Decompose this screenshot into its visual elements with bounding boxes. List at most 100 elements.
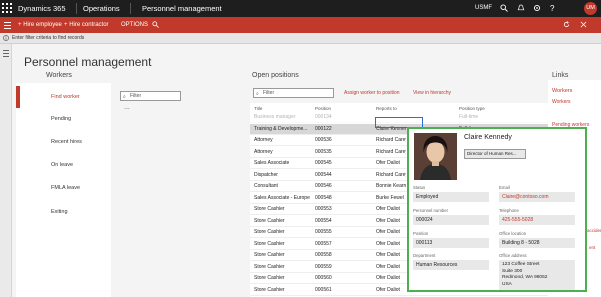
close-icon[interactable] bbox=[580, 17, 587, 33]
telephone-label: Telephone bbox=[499, 208, 519, 213]
worker-nav-recent-hires[interactable]: Recent hires bbox=[16, 131, 111, 153]
column-header-position[interactable]: Position bbox=[315, 106, 331, 111]
cell-reports-to[interactable]: Bonnie Kearney bbox=[376, 181, 406, 192]
filter-placeholder: Filter bbox=[263, 90, 275, 96]
cell-reports-to[interactable]: Richard Carey bbox=[376, 135, 406, 146]
cell-position: 000134 bbox=[315, 114, 332, 120]
cell-position: 000557 bbox=[315, 240, 332, 247]
cell-position: 000560 bbox=[315, 275, 332, 281]
cell-reports-to[interactable]: Ofer Daliot bbox=[376, 204, 406, 215]
hire-contractor-label: Hire contractor bbox=[69, 22, 109, 28]
cell-title: Store Cashier bbox=[254, 252, 285, 258]
search-icon: ⌕ bbox=[256, 91, 259, 97]
hire-employee-button[interactable]: + Hire employee bbox=[18, 17, 62, 33]
menu-icon[interactable] bbox=[4, 21, 11, 29]
link-partial[interactable]: accidents bbox=[587, 228, 601, 233]
action-search-icon[interactable] bbox=[152, 17, 159, 33]
assign-worker-link[interactable]: Assign worker to position bbox=[344, 90, 400, 96]
worker-nav-label: Recent hires bbox=[51, 139, 82, 145]
cell-reports-to[interactable]: Richard Carey bbox=[376, 147, 406, 158]
options-button[interactable]: OPTIONS bbox=[121, 17, 148, 33]
cell-reports-to[interactable]: Ofer Daliot bbox=[376, 273, 406, 284]
workers-filter-input[interactable]: ⌕ Filter bbox=[120, 91, 181, 101]
worker-nav-on-leave[interactable]: On leave bbox=[16, 154, 111, 176]
email-value[interactable]: Claire@contoso.com bbox=[499, 192, 575, 202]
cell-position: 000559 bbox=[315, 263, 332, 270]
page-title: Personnel management bbox=[24, 55, 152, 69]
filter-placeholder: Filter bbox=[130, 93, 142, 99]
search-icon: ⌕ bbox=[123, 94, 126, 100]
position-value: 000113 bbox=[413, 238, 489, 248]
cell-title: Store Cashier bbox=[254, 263, 285, 270]
settings-icon[interactable] bbox=[533, 0, 541, 17]
status-label: Status bbox=[413, 185, 426, 190]
divider bbox=[130, 3, 131, 14]
positions-filter-input[interactable]: ⌕ Filter bbox=[253, 88, 334, 98]
status-value: Employed bbox=[413, 192, 489, 202]
worker-nav-find-worker[interactable]: Find worker bbox=[16, 86, 111, 108]
app-launcher-icon[interactable] bbox=[2, 3, 13, 14]
email-label: Email bbox=[499, 185, 510, 190]
cell-title: Sales Associate bbox=[254, 160, 290, 166]
link-workers[interactable]: Workers bbox=[552, 88, 572, 94]
cell-title: Store Cashier bbox=[254, 217, 285, 224]
module-name[interactable]: Operations bbox=[83, 0, 120, 17]
app-name[interactable]: Dynamics 365 bbox=[18, 0, 66, 17]
worker-contact-card: Claire Kennedy Director of Human Res... … bbox=[407, 127, 587, 292]
user-avatar[interactable]: UM bbox=[584, 2, 597, 15]
cell-title: Business manager bbox=[254, 114, 296, 120]
cell-reports-to[interactable]: Ofer Daliot bbox=[376, 285, 406, 296]
worker-nav-exiting[interactable]: Exiting bbox=[16, 201, 111, 223]
cell-position: 000555 bbox=[315, 229, 332, 235]
telephone-value[interactable]: 425-555-5028 bbox=[499, 215, 575, 225]
cell-position: 000546 bbox=[315, 183, 332, 189]
office-location-value: Building 8 - 5028 bbox=[499, 238, 575, 248]
cell-position: 000545 bbox=[315, 160, 332, 166]
plus-icon: + bbox=[64, 22, 68, 28]
company-selector[interactable]: USMF bbox=[475, 0, 492, 17]
column-header-reports-to[interactable]: Reports to bbox=[376, 106, 397, 111]
worker-nav-fmla-leave[interactable]: FMLA leave bbox=[16, 177, 111, 199]
column-header-position-type[interactable]: Position type bbox=[459, 106, 485, 111]
cell-position: 000554 bbox=[315, 217, 332, 224]
cell-position: 000536 bbox=[315, 137, 332, 143]
more-options-icon[interactable]: ... bbox=[124, 104, 130, 111]
worker-nav-label: Find worker bbox=[51, 94, 80, 100]
worker-nav-label: FMLA leave bbox=[51, 185, 81, 191]
cell-position: 000122 bbox=[315, 125, 332, 132]
breadcrumb-page: Personnel management bbox=[142, 4, 222, 13]
link-workers-2[interactable]: Workers bbox=[552, 99, 571, 105]
column-header-title[interactable]: Title bbox=[254, 106, 262, 111]
hire-contractor-button[interactable]: + Hire contractor bbox=[64, 17, 109, 33]
cell-reports-to[interactable]: Ofer Daliot bbox=[376, 227, 406, 238]
worker-photo bbox=[414, 133, 457, 180]
view-hierarchy-link[interactable]: View in hierarchy bbox=[413, 90, 451, 96]
worker-name[interactable]: Claire Kennedy bbox=[464, 134, 512, 141]
cell-reports-to[interactable]: Richard Carey bbox=[376, 170, 406, 181]
cell-reports-to[interactable]: Ofer Daliot bbox=[376, 250, 406, 261]
worker-nav-label: On leave bbox=[51, 162, 74, 168]
worker-nav-pending[interactable]: Pending bbox=[16, 108, 111, 130]
cell-reports-to[interactable]: Ofer Daliot bbox=[376, 158, 406, 169]
notifications-icon[interactable] bbox=[517, 0, 525, 17]
help-icon[interactable]: ? bbox=[550, 0, 554, 17]
cell-title: Training & Developme... bbox=[254, 125, 308, 132]
office-address-label: Office address bbox=[499, 253, 527, 258]
cell-reports-to[interactable]: Burke Fewel bbox=[376, 193, 406, 204]
cell-reports-to[interactable]: Ofer Daliot bbox=[376, 262, 406, 273]
department-label: Department bbox=[413, 253, 436, 258]
cell-reports-to[interactable]: Ofer Daliot bbox=[376, 239, 406, 250]
workers-heading: Workers bbox=[46, 72, 72, 79]
workers-nav: Find worker Pending Recent hires On leav… bbox=[16, 83, 111, 297]
cell-reports-to[interactable]: Ofer Daliot bbox=[376, 216, 406, 227]
link-partial[interactable]: ent bbox=[589, 245, 595, 250]
hire-employee-label: Hire employee bbox=[23, 22, 62, 28]
refresh-icon[interactable] bbox=[563, 17, 570, 33]
worker-job-title: Director of Human Res... bbox=[464, 149, 526, 159]
position-label: Position bbox=[413, 231, 429, 236]
cell-title: Store Cashier bbox=[254, 275, 285, 281]
search-icon[interactable] bbox=[500, 0, 508, 17]
page: Dynamics 365 Operations Personnel manage… bbox=[0, 0, 601, 297]
navigation-rail[interactable] bbox=[0, 44, 12, 297]
worker-nav-label: Pending bbox=[51, 116, 72, 122]
